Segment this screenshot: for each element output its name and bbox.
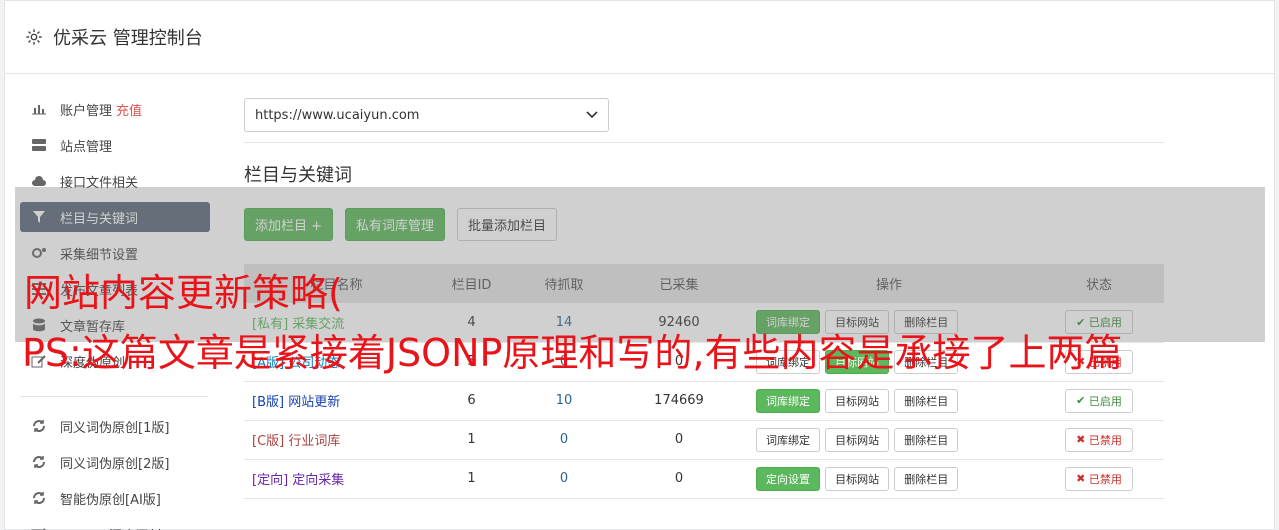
sidebar-item-1[interactable]: 同义词伪原创[2版]	[20, 447, 210, 477]
operations-cell: 词库绑定 目标网站 删除栏目	[744, 381, 1034, 421]
status-toggle[interactable]: ✖ 已禁用	[1065, 427, 1133, 452]
status-label: 已启用	[1088, 394, 1122, 408]
chevron-down-icon	[586, 111, 598, 119]
column-id: 1	[429, 420, 514, 460]
sidebar-item-label: 账户管理	[60, 103, 113, 119]
column-name-link[interactable]: 网站更新	[288, 395, 340, 410]
server-icon	[30, 138, 48, 152]
operations-cell: 定向设置 目标网站 删除栏目	[744, 459, 1034, 499]
sidebar-item-label: 同义词伪原创[2版]	[60, 456, 170, 472]
status-toggle[interactable]: ✖ 已禁用	[1065, 466, 1133, 491]
table-row: [B版] 网站更新 6 10 174669 词库绑定 目标网站 删除栏目 ✔ 已启用	[244, 381, 1164, 421]
status-toggle[interactable]: ✔ 已启用	[1065, 388, 1133, 413]
sidebar-item-0[interactable]: 同义词伪原创[1版]	[20, 411, 210, 441]
bar-chart-icon	[30, 102, 48, 116]
column-tag: [定向]	[252, 473, 289, 488]
sidebar-item-label: 站点管理	[60, 139, 113, 155]
site-select[interactable]: https://www.ucaiyun.com	[244, 98, 609, 132]
column-name-cell: [B版] 网站更新	[244, 381, 429, 421]
sidebar-item-label: UWriter深度原创	[60, 525, 161, 530]
refresh-icon	[30, 491, 48, 505]
sidebar-item-2[interactable]: 智能伪原创[AI版]	[20, 483, 210, 513]
column-name-cell: [定向] 定向采集	[244, 459, 429, 499]
collected-count: 0	[614, 420, 744, 460]
column-tag: [C版]	[252, 434, 285, 449]
page-title: 优采云 管理控制台	[53, 28, 203, 49]
target-site-button[interactable]: 目标网站	[825, 466, 890, 491]
sidebar-divider	[20, 396, 208, 397]
collected-count: 174669	[614, 381, 744, 421]
check-icon: ✔	[1076, 394, 1086, 407]
delete-column-button[interactable]: 删除栏目	[894, 466, 959, 491]
pending-count[interactable]: 0	[560, 432, 568, 447]
delete-column-button[interactable]: 删除栏目	[894, 388, 959, 413]
column-id: 6	[429, 381, 514, 421]
site-select-value: https://www.ucaiyun.com	[255, 107, 420, 123]
bind-lib-button[interactable]: 词库绑定	[756, 427, 820, 452]
refresh-icon	[30, 455, 48, 469]
column-id: 1	[429, 459, 514, 499]
delete-column-button[interactable]: 删除栏目	[894, 427, 959, 452]
sidebar-item-1[interactable]: 站点管理	[20, 130, 210, 160]
close-icon: ✖	[1076, 433, 1086, 446]
table-row: [C版] 行业词库 1 0 0 词库绑定 目标网站 删除栏目 ✖ 已禁用	[244, 420, 1164, 460]
column-name-link[interactable]: 定向采集	[292, 473, 344, 488]
close-icon: ✖	[1076, 472, 1086, 485]
collected-count: 0	[614, 459, 744, 499]
target-site-button[interactable]: 目标网站	[825, 388, 890, 413]
table-row: [定向] 定向采集 1 0 0 定向设置 目标网站 删除栏目 ✖ 已禁用	[244, 459, 1164, 499]
overlay-subline: PS:这篇文章是紧接着JSONP原理和写的,有些内容是承接了上两篇	[22, 331, 1123, 375]
overlay-band	[15, 187, 1265, 342]
recharge-link[interactable]: 充值	[116, 100, 142, 119]
pending-count[interactable]: 10	[556, 393, 573, 408]
status-label: 已禁用	[1088, 433, 1122, 447]
section-title: 栏目与关键词	[244, 165, 352, 186]
target-site-button[interactable]: 目标网站	[825, 427, 890, 452]
column-tag: [B版]	[252, 395, 285, 410]
sidebar-item-0[interactable]: 账户管理 充值	[20, 94, 210, 124]
cloud-upload-icon	[30, 174, 48, 188]
panel-header: 优采云 管理控制台	[5, 1, 1274, 74]
bind-lib-button[interactable]: 定向设置	[756, 466, 820, 491]
gear-icon	[26, 29, 42, 45]
pending-count[interactable]: 0	[560, 471, 568, 486]
overlay-headline: 网站内容更新策略(	[24, 271, 343, 315]
bind-lib-button[interactable]: 词库绑定	[756, 388, 820, 413]
column-name-cell: [C版] 行业词库	[244, 420, 429, 460]
sidebar-item-label: 同义词伪原创[1版]	[60, 420, 170, 436]
sidebar-item-label: 智能伪原创[AI版]	[60, 492, 161, 508]
status-label: 已禁用	[1088, 472, 1122, 486]
divider	[244, 142, 1164, 143]
column-name-link[interactable]: 行业词库	[288, 434, 340, 449]
operations-cell: 词库绑定 目标网站 删除栏目	[744, 420, 1034, 460]
sidebar-item-3[interactable]: UWriter深度原创	[20, 519, 210, 530]
refresh-icon	[30, 419, 48, 433]
